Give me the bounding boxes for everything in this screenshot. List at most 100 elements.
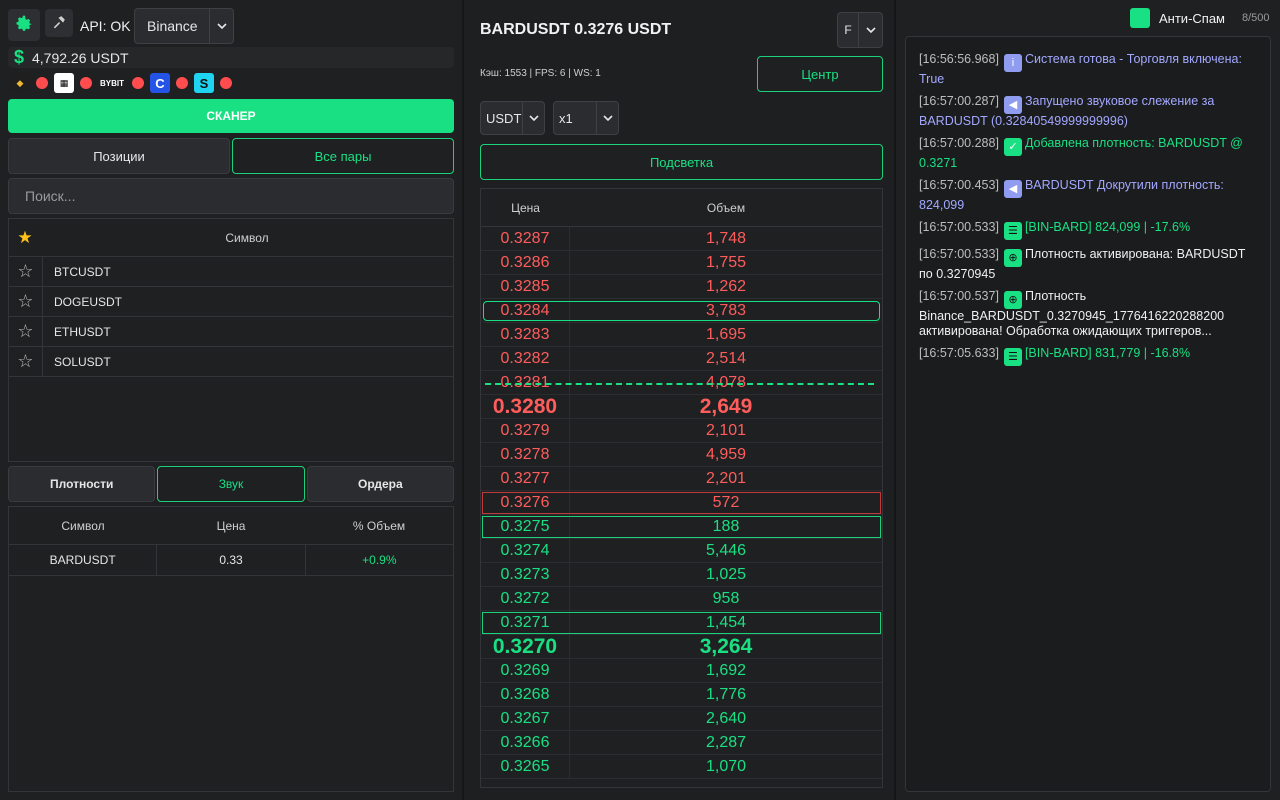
- bid-row[interactable]: 0.3267 2,640: [481, 707, 882, 731]
- tab-all-pairs[interactable]: Все пары: [232, 138, 454, 174]
- bybit-icon[interactable]: BYBIT: [98, 73, 126, 93]
- mexc-icon[interactable]: S: [194, 73, 214, 93]
- bid-volume: 1,776: [705, 685, 747, 703]
- scanner-button[interactable]: СКАНЕР: [8, 99, 454, 133]
- multiplier-select[interactable]: x1: [553, 101, 619, 135]
- ask-row[interactable]: 0.3279 2,101: [481, 419, 882, 443]
- best-ask-row[interactable]: 0.3276 572: [481, 491, 882, 515]
- column-header-volume-pct[interactable]: % Объем: [305, 507, 453, 544]
- currency-select[interactable]: USDT: [480, 101, 545, 135]
- sound-icon: ◀: [1003, 96, 1022, 114]
- chevron-down-icon: [522, 102, 544, 134]
- star-filled-icon[interactable]: ★: [9, 228, 41, 248]
- ask-price: 0.3286: [481, 251, 570, 274]
- density-table-header: Символ Цена % Объем: [9, 507, 453, 545]
- column-header-symbol[interactable]: Символ: [9, 507, 157, 544]
- ask-volume: 2,201: [705, 469, 747, 487]
- status-dot: [132, 77, 144, 89]
- row-price: 0.33: [157, 545, 306, 575]
- column-header-price[interactable]: Цена: [157, 507, 305, 544]
- market-type-value: F: [844, 23, 852, 37]
- chevron-down-icon: [596, 102, 618, 134]
- bid-row-large[interactable]: 0.3270 3,264: [481, 635, 882, 659]
- bid-row[interactable]: 0.3274 5,446: [481, 539, 882, 563]
- order-book-header: Цена Объем: [481, 189, 882, 227]
- ask-price: 0.3283: [481, 323, 570, 346]
- tab-sound[interactable]: Звук: [157, 466, 305, 502]
- bid-price: 0.3275: [481, 515, 570, 538]
- ask-row[interactable]: 0.3286 1,755: [481, 251, 882, 275]
- bid-volume: 958: [712, 589, 740, 607]
- ask-row[interactable]: 0.3277 2,201: [481, 467, 882, 491]
- bid-price: 0.3273: [481, 563, 570, 586]
- dollar-icon: $: [13, 47, 24, 67]
- search-input[interactable]: [8, 178, 454, 214]
- symbol-name: DOGEUSDT: [54, 294, 123, 309]
- ask-row[interactable]: 0.3282 2,514: [481, 347, 882, 371]
- bid-volume: 2,640: [705, 709, 747, 727]
- ask-price: 0.3287: [481, 227, 570, 250]
- tab-orders[interactable]: Ордера: [306, 466, 454, 502]
- bid-row[interactable]: 0.3273 1,025: [481, 563, 882, 587]
- api-status: API: OK: [80, 18, 131, 34]
- exchange-select[interactable]: Binance: [134, 8, 234, 44]
- ask-row[interactable]: 0.3283 1,695: [481, 323, 882, 347]
- tab-density[interactable]: Плотности: [8, 466, 156, 502]
- log-timestamp: [16:57:00.533]: [919, 220, 999, 234]
- event-log[interactable]: [16:56:56.968] i Система готова - Торговля…: [905, 36, 1271, 792]
- row-pct: +0.9%: [362, 553, 397, 567]
- bottom-tabs: Плотности Звук Ордера: [8, 466, 454, 502]
- bid-price: 0.3266: [481, 731, 570, 754]
- bid-row-density[interactable]: 0.3271 1,454: [481, 611, 882, 635]
- settings-button[interactable]: [8, 9, 40, 41]
- bid-row[interactable]: 0.3272 958: [481, 587, 882, 611]
- log-entry: [16:57:00.533] ⊕ Плотность активирована: B…: [919, 247, 1258, 282]
- bid-volume: 1,025: [705, 565, 747, 583]
- ask-volume: 4,959: [705, 445, 747, 463]
- ask-price: 0.3278: [481, 443, 570, 466]
- ask-row-large[interactable]: 0.3280 2,649: [481, 395, 882, 419]
- center-button[interactable]: Центр: [757, 56, 883, 92]
- log-entry: [16:57:00.288] ✓ Добавлена плотность: BARD…: [919, 136, 1258, 171]
- bid-row[interactable]: 0.3266 2,287: [481, 731, 882, 755]
- tab-positions[interactable]: Позиции: [8, 138, 230, 174]
- gate-icon[interactable]: C: [150, 73, 170, 93]
- ask-row[interactable]: 0.3285 1,262: [481, 275, 882, 299]
- status-dot: [80, 77, 92, 89]
- bid-row[interactable]: 0.3269 1,692: [481, 659, 882, 683]
- table-row[interactable]: BARDUSDT 0.33 +0.9%: [9, 545, 453, 576]
- ask-row[interactable]: 0.3287 1,748: [481, 227, 882, 251]
- binance-icon[interactable]: ◆: [10, 73, 30, 93]
- table-row[interactable]: ☆ SOLUSDT: [9, 347, 453, 377]
- bid-row[interactable]: 0.3265 1,070: [481, 755, 882, 779]
- star-outline-icon[interactable]: ☆: [9, 347, 43, 376]
- ask-row-marker[interactable]: 0.3281 4,078: [481, 371, 882, 395]
- orderbook-panel: BARDUSDT 0.3276 USDT F Кэш: 1553 | FPS: …: [462, 0, 896, 800]
- log-timestamp: [16:57:00.537]: [919, 289, 999, 303]
- antispam-checkbox[interactable]: [1130, 8, 1150, 28]
- log-timestamp: [16:57:00.453]: [919, 178, 999, 192]
- target-icon: ⊕: [1003, 249, 1022, 267]
- pair-title: BARDUSDT 0.3276 USDT: [480, 21, 672, 38]
- ask-volume: 2,514: [705, 349, 747, 367]
- hammer-button[interactable]: [45, 9, 73, 37]
- star-outline-icon[interactable]: ☆: [9, 287, 43, 316]
- table-row[interactable]: ☆ ETHUSDT: [9, 317, 453, 347]
- ask-volume: 1,262: [705, 277, 747, 295]
- table-row[interactable]: ☆ DOGEUSDT: [9, 287, 453, 317]
- multiplier-select-value: x1: [559, 110, 573, 126]
- table-row[interactable]: ☆ BTCUSDT: [9, 257, 453, 287]
- best-bid-row[interactable]: 0.3275 188: [481, 515, 882, 539]
- balance-display: $ 4,792.26 USDT: [8, 47, 454, 68]
- market-type-select[interactable]: F: [837, 12, 883, 48]
- okx-icon[interactable]: ▦: [54, 73, 74, 93]
- ask-volume: 572: [712, 493, 740, 511]
- ask-row[interactable]: 0.3278 4,959: [481, 443, 882, 467]
- star-outline-icon[interactable]: ☆: [9, 317, 43, 346]
- currency-select-value: USDT: [486, 110, 522, 126]
- log-counter: 8/500: [1242, 12, 1270, 24]
- highlight-button[interactable]: Подсветка: [480, 144, 883, 180]
- bid-row[interactable]: 0.3268 1,776: [481, 683, 882, 707]
- ask-row-highlighted[interactable]: 0.3284 3,783: [481, 299, 882, 323]
- star-outline-icon[interactable]: ☆: [9, 257, 43, 286]
